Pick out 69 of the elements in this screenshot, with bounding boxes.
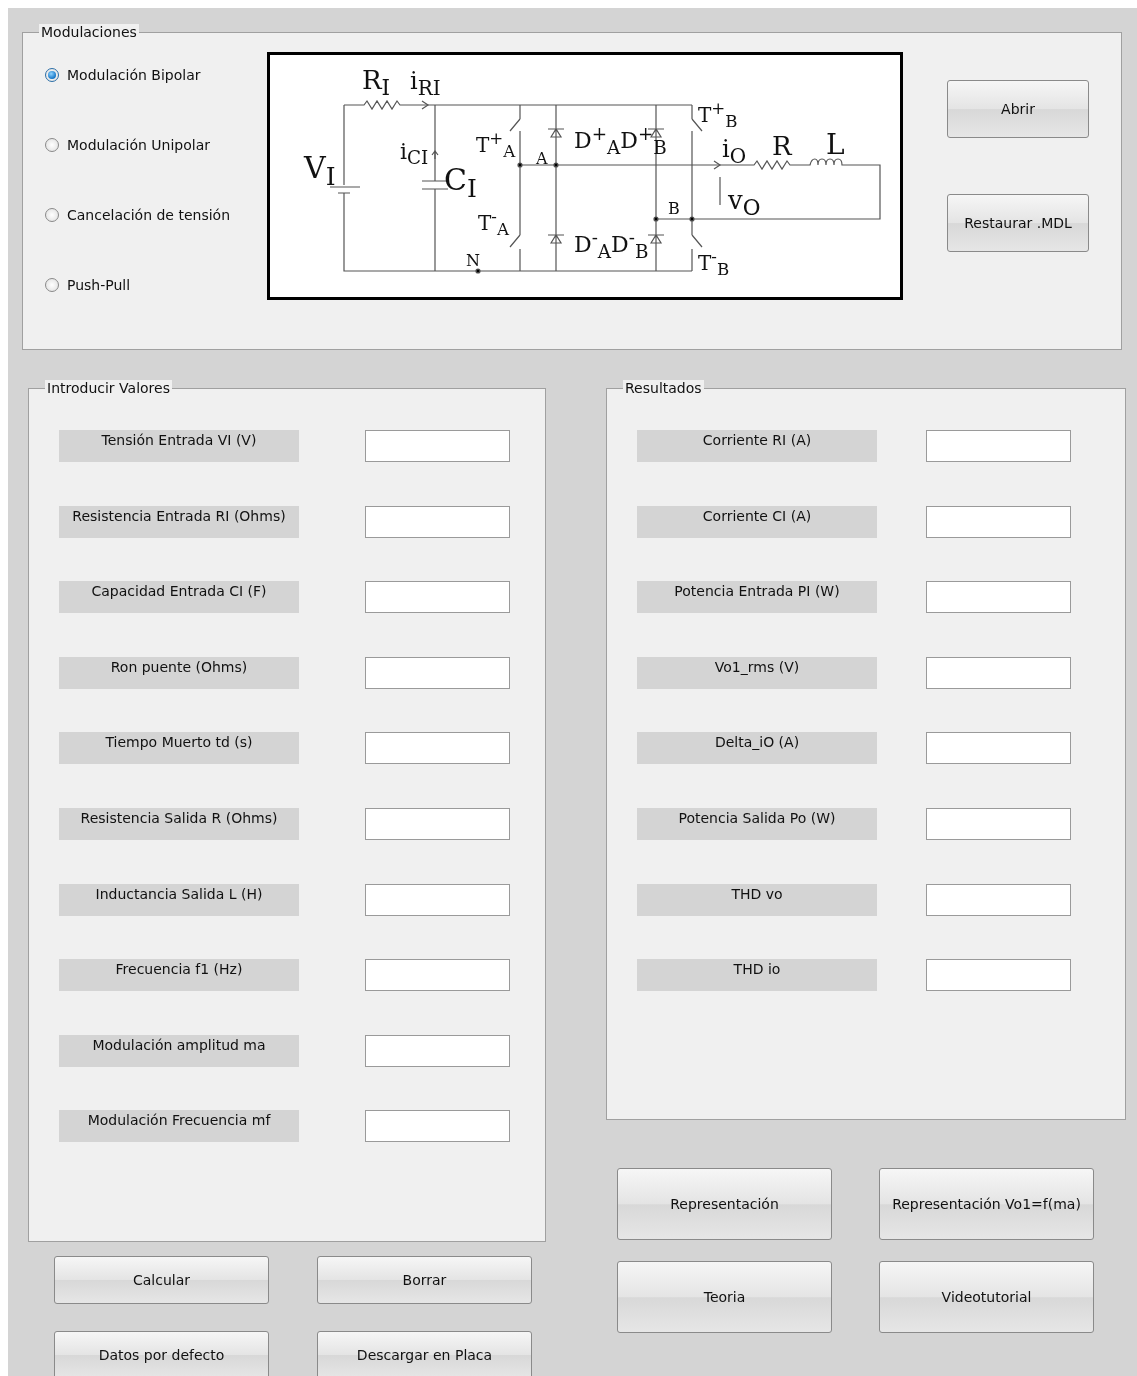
result-label: Vo1_rms (V) (637, 656, 877, 689)
input-field[interactable] (365, 883, 510, 916)
result-field[interactable] (926, 430, 1071, 462)
input-field[interactable] (365, 505, 510, 538)
result-field[interactable] (926, 883, 1071, 916)
action-button[interactable]: Teoria (617, 1261, 832, 1333)
result-label: Corriente RI (A) (637, 430, 877, 462)
panel-title: Modulaciones (39, 24, 139, 40)
action-button[interactable]: Representación Vo1=f(ma) (879, 1168, 1094, 1240)
circuit-label: V$_{I}$ (304, 153, 336, 189)
radio-label[interactable]: Modulación Bipolar (67, 67, 201, 83)
action-button[interactable]: Representación (617, 1168, 832, 1240)
result-label: Potencia Salida Po (W) (637, 807, 877, 840)
radio-label[interactable]: Cancelación de tensión (67, 207, 231, 223)
circuit-label: R$_{I}$ (362, 67, 391, 99)
result-field[interactable] (926, 656, 1071, 689)
input-field[interactable] (365, 807, 510, 840)
field-label: Tensión Entrada VI (V) (59, 430, 299, 462)
result-label: THD io (637, 959, 877, 992)
input-field[interactable] (365, 1034, 510, 1067)
circuit-label: i$_{CI}$ (400, 141, 429, 168)
result-field[interactable] (926, 505, 1071, 538)
field-label: Resistencia Entrada RI (Ohms) (59, 505, 299, 538)
action-button[interactable]: Videotutorial (879, 1261, 1094, 1333)
field-label: Inductancia Salida L (H) (59, 883, 299, 916)
result-field[interactable] (926, 581, 1071, 614)
radio-button[interactable] (45, 138, 59, 152)
radio-label[interactable]: Modulación Unipolar (67, 137, 211, 153)
radio-button[interactable] (45, 278, 59, 292)
field-label: Modulación Frecuencia mf (59, 1110, 299, 1143)
input-field[interactable] (365, 959, 510, 992)
action-button[interactable]: Datos por defecto (54, 1331, 269, 1376)
circuit-label: B (668, 201, 680, 217)
action-button[interactable]: Restaurar .MDL (947, 194, 1089, 252)
field-label: Ron puente (Ohms) (59, 656, 299, 689)
input-field[interactable] (365, 732, 510, 765)
result-label: THD vo (637, 883, 877, 916)
circuit-label: i$_{O}$ (722, 137, 747, 166)
action-button[interactable]: Descargar en Placa (317, 1331, 532, 1376)
result-field[interactable] (926, 807, 1071, 840)
result-label: Delta_iO (A) (637, 732, 877, 765)
radio-label[interactable]: Push-Pull (67, 277, 131, 293)
result-label: Corriente CI (A) (637, 505, 877, 538)
action-button[interactable]: Calcular (54, 1256, 269, 1304)
circuit-label: N (466, 253, 480, 269)
input-field[interactable] (365, 581, 510, 614)
input-field[interactable] (365, 656, 510, 689)
field-label: Capacidad Entrada CI (F) (59, 581, 299, 614)
circuit-label: v$_{O}$ (728, 187, 761, 219)
input-field[interactable] (365, 1110, 510, 1143)
circuit-label: C$_{I}$ (444, 165, 477, 201)
result-label: Potencia Entrada PI (W) (637, 581, 877, 614)
field-label: Tiempo Muerto td (s) (59, 732, 299, 765)
input-field[interactable] (365, 430, 510, 462)
field-label: Modulación amplitud ma (59, 1034, 299, 1067)
action-button[interactable]: Borrar (317, 1256, 532, 1304)
radio-button[interactable] (45, 208, 59, 222)
field-label: Resistencia Salida R (Ohms) (59, 807, 299, 840)
circuit-label: L (826, 131, 845, 159)
circuit-label: i$_{RI}$ (410, 69, 441, 98)
circuit-label: A (536, 151, 548, 167)
action-button[interactable]: Abrir (947, 80, 1089, 138)
result-field[interactable] (926, 959, 1071, 992)
panel-title: Introducir Valores (45, 380, 172, 396)
panel-title: Resultados (623, 380, 704, 396)
field-label: Frecuencia f1 (Hz) (59, 959, 299, 992)
circuit-label: R (772, 133, 792, 159)
radio-button[interactable] (45, 68, 59, 82)
result-field[interactable] (926, 732, 1071, 765)
